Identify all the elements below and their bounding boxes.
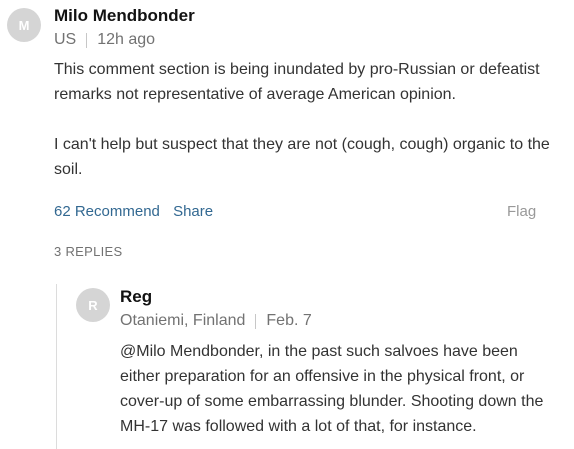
- replies-toggle[interactable]: 3 REPLIES: [54, 244, 122, 259]
- reply-thread-line: [56, 284, 57, 449]
- comment-meta: US 12h ago: [54, 31, 155, 49]
- comment-paragraph: I can't help but suspect that they are n…: [54, 136, 550, 178]
- comment-location: US: [54, 31, 77, 48]
- reply-paragraph: @Milo Mendbonder, in the past such salvo…: [120, 343, 544, 435]
- reply-timestamp: Feb. 7: [266, 312, 312, 329]
- comment-body: This comment section is being inundated …: [54, 57, 559, 182]
- comment-author-name[interactable]: Milo Mendbonder: [54, 6, 195, 26]
- meta-divider: [255, 313, 257, 329]
- share-button[interactable]: Share: [173, 203, 213, 220]
- meta-divider: [86, 32, 88, 48]
- flag-button[interactable]: Flag: [507, 203, 536, 220]
- comment-avatar: M: [7, 8, 41, 42]
- reply-author-name[interactable]: Reg: [120, 287, 152, 307]
- reply-avatar: R: [76, 288, 110, 322]
- comment-timestamp: 12h ago: [97, 31, 156, 48]
- comment-actions: 62 Recommend Share: [54, 203, 213, 220]
- reply-body: @Milo Mendbonder, in the past such salvo…: [120, 339, 560, 439]
- recommend-button[interactable]: 62 Recommend: [54, 203, 160, 220]
- reply-meta: Otaniemi, Finland Feb. 7: [120, 312, 312, 330]
- comment-paragraph: This comment section is being inundated …: [54, 61, 540, 103]
- avatar-letter: R: [88, 297, 98, 313]
- reply-location: Otaniemi, Finland: [120, 312, 246, 329]
- avatar-letter: M: [18, 17, 30, 33]
